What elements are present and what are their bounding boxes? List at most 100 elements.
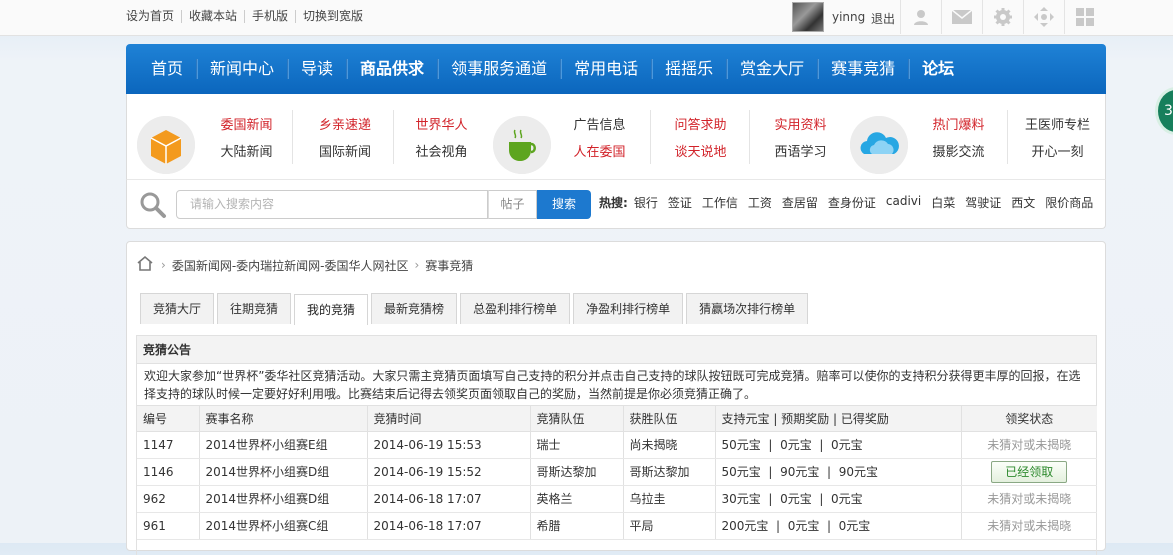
claim-status: 未猜对或未揭晓 — [961, 485, 1097, 513]
reward-cell: 200元宝 | 0元宝 | 0元宝 — [715, 512, 962, 540]
search-button[interactable]: 搜索 — [537, 190, 591, 219]
hot-term[interactable]: 西文 — [1011, 194, 1035, 211]
nav-item-home[interactable]: 首页 — [138, 59, 198, 79]
content-panel: › 委国新闻网-委内瑞拉新闻网-委国华人网社区 › 赛事竞猜 竞猜大厅 往期竞猜… — [126, 241, 1106, 555]
nav-item-betting[interactable]: 赛事竞猜 — [818, 59, 910, 79]
set-homepage-link[interactable]: 设为首页 — [126, 10, 181, 23]
hot-term[interactable]: 查居留 — [782, 194, 818, 211]
hot-search: 热搜: 银行 签证 工作信 工资 查居留 查身份证 cadivi 白菜 驾驶证 … — [599, 194, 1103, 211]
hot-term[interactable]: 工作信 — [702, 194, 738, 211]
channel-link[interactable]: 人在委国 — [568, 139, 631, 166]
hot-term[interactable]: 签证 — [668, 194, 692, 211]
bet-id: 961 — [137, 512, 200, 540]
channel-link[interactable]: 世界华人 — [410, 112, 473, 139]
search-bar: 请输入搜索内容 帖子 搜索 热搜: 银行 签证 工作信 工资 查居留 查身份证 … — [126, 179, 1106, 229]
tab-total-profit-rank[interactable]: 总盈利排行榜单 — [460, 293, 571, 324]
nav-item-guide[interactable]: 导读 — [288, 59, 348, 79]
column-header: 获胜队伍 — [623, 406, 716, 432]
channel-link[interactable]: 摄影交流 — [927, 139, 990, 166]
tab-past-bets[interactable]: 往期竞猜 — [217, 293, 292, 324]
hot-term[interactable]: cadivi — [886, 194, 921, 211]
user-icon[interactable] — [900, 0, 941, 34]
table-row: 961 2014世界杯小组赛C组 2014-06-18 17:07 希腊 平局 … — [137, 512, 1097, 540]
bookmark-link[interactable]: 收藏本站 — [181, 10, 244, 23]
channel-group-6: 实用资料 西语学习 — [769, 112, 832, 166]
bets-table: 编号 赛事名称 竞猜时间 竞猜队伍 获胜队伍 支持元宝 | 预期奖励 | 已得奖… — [137, 406, 1097, 540]
match-name: 2014世界杯小组赛E组 — [199, 431, 368, 459]
bet-id: 1146 — [137, 458, 200, 486]
channel-link[interactable]: 实用资料 — [769, 112, 832, 139]
search-input[interactable]: 请输入搜索内容 — [176, 190, 488, 219]
winner-team: 平局 — [623, 512, 716, 540]
tab-wins-rank[interactable]: 猜赢场次排行榜单 — [686, 293, 809, 324]
my-bets-panel: 竞猜公告 欢迎大家参加“世界杯”委华社区竞猜活动。大家只需主竞猜页面填写自己支持… — [136, 335, 1097, 555]
top-bar: 设为首页 收藏本站 手机版 切换到宽版 yinng 退出 — [0, 0, 1173, 36]
search-icon — [139, 191, 167, 222]
breadcrumb-current[interactable]: 赛事竞猜 — [425, 257, 473, 274]
tab-betting-hall[interactable]: 竞猜大厅 — [140, 293, 215, 324]
side-badge[interactable]: 3 — [1158, 90, 1173, 132]
hot-term[interactable]: 驾驶证 — [965, 194, 1001, 211]
hot-term[interactable]: 查身份证 — [828, 194, 876, 211]
nav-item-forum[interactable]: 论坛 — [909, 59, 967, 79]
search-type-select[interactable]: 帖子 — [488, 190, 537, 219]
tab-net-profit-rank[interactable]: 净盈利排行榜单 — [573, 293, 684, 324]
channel-group-4: 广告信息 人在委国 — [568, 112, 631, 166]
channel-link[interactable]: 社会视角 — [410, 139, 473, 166]
nav-item-news[interactable]: 新闻中心 — [197, 59, 289, 79]
reward-cell: 50元宝 | 0元宝 | 0元宝 — [715, 431, 962, 459]
channel-link[interactable]: 广告信息 — [568, 112, 631, 139]
table-header-row: 编号 赛事名称 竞猜时间 竞猜队伍 获胜队伍 支持元宝 | 预期奖励 | 已得奖… — [137, 406, 1097, 432]
hot-term[interactable]: 银行 — [634, 194, 658, 211]
tab-my-bets[interactable]: 我的竞猜 — [294, 294, 369, 325]
claimed-button[interactable]: 已经领取 — [991, 460, 1068, 483]
channel-link[interactable]: 大陆新闻 — [215, 139, 278, 166]
channel-link[interactable]: 谈天说地 — [669, 139, 732, 166]
winner-team: 尚未揭晓 — [623, 431, 716, 459]
logout-link[interactable]: 退出 — [871, 10, 895, 27]
match-name: 2014世界杯小组赛C组 — [199, 512, 368, 540]
mobile-link[interactable]: 手机版 — [244, 10, 295, 23]
move-icon[interactable] — [1023, 0, 1064, 34]
grid-icon[interactable] — [1064, 0, 1105, 34]
username[interactable]: yinng — [832, 10, 865, 24]
gear-icon[interactable] — [982, 0, 1023, 34]
breadcrumb-site[interactable]: 委国新闻网-委内瑞拉新闻网-委国华人网社区 — [172, 257, 409, 274]
channel-link[interactable]: 乡亲速递 — [310, 112, 380, 139]
winner-team: 乌拉圭 — [623, 485, 716, 513]
bet-team: 瑞士 — [530, 431, 624, 459]
channel-link[interactable]: 王医师专栏 — [1020, 112, 1095, 139]
nav-item-bounty[interactable]: 赏金大厅 — [727, 59, 819, 79]
coffee-icon — [493, 116, 551, 174]
nav-item-shake[interactable]: 摇摇乐 — [652, 59, 728, 79]
channel-link[interactable]: 开心一刻 — [1020, 139, 1095, 166]
tab-latest-rank[interactable]: 最新竞猜榜 — [371, 293, 458, 324]
table-row: 962 2014世界杯小组赛D组 2014-06-18 17:07 英格兰 乌拉… — [137, 485, 1097, 513]
top-links: 设为首页 收藏本站 手机版 切换到宽版 — [126, 10, 370, 23]
hot-term[interactable]: 白菜 — [931, 194, 955, 211]
channel-link[interactable]: 国际新闻 — [310, 139, 380, 166]
table-row: 1147 2014世界杯小组赛E组 2014-06-19 15:53 瑞士 尚未… — [137, 431, 1097, 459]
match-name: 2014世界杯小组赛D组 — [199, 458, 368, 486]
hot-term[interactable]: 限价商品 — [1045, 194, 1093, 211]
channel-link[interactable]: 西语学习 — [769, 139, 832, 166]
channel-group-7: 热门爆料 摄影交流 — [927, 112, 990, 166]
nav-item-goods[interactable]: 商品供求 — [347, 59, 439, 79]
bet-team: 哥斯达黎加 — [530, 458, 624, 486]
channel-link[interactable]: 热门爆料 — [927, 112, 990, 139]
column-header: 竞猜队伍 — [530, 406, 624, 432]
wide-layout-link[interactable]: 切换到宽版 — [295, 10, 370, 23]
avatar[interactable] — [792, 2, 824, 32]
column-header: 竞猜时间 — [367, 406, 531, 432]
top-icon-bar — [900, 0, 1105, 34]
nav-item-consulate[interactable]: 领事服务通道 — [438, 59, 562, 79]
home-icon[interactable] — [137, 255, 155, 275]
channel-link[interactable]: 问答求助 — [669, 112, 732, 139]
hot-term[interactable]: 工资 — [748, 194, 772, 211]
mail-icon[interactable] — [941, 0, 982, 34]
notice-text: 欢迎大家参加“世界杯”委华社区竞猜活动。大家只需主竞猜页面填写自己支持的积分并点… — [137, 364, 1096, 406]
channel-link[interactable]: 委国新闻 — [215, 112, 278, 139]
bet-team: 希腊 — [530, 512, 624, 540]
nav-item-phones[interactable]: 常用电话 — [561, 59, 653, 79]
channel-panel: 委国新闻 大陆新闻 乡亲速递 国际新闻 世界华人 社会视角 广告信息 人在委国 … — [126, 94, 1106, 179]
